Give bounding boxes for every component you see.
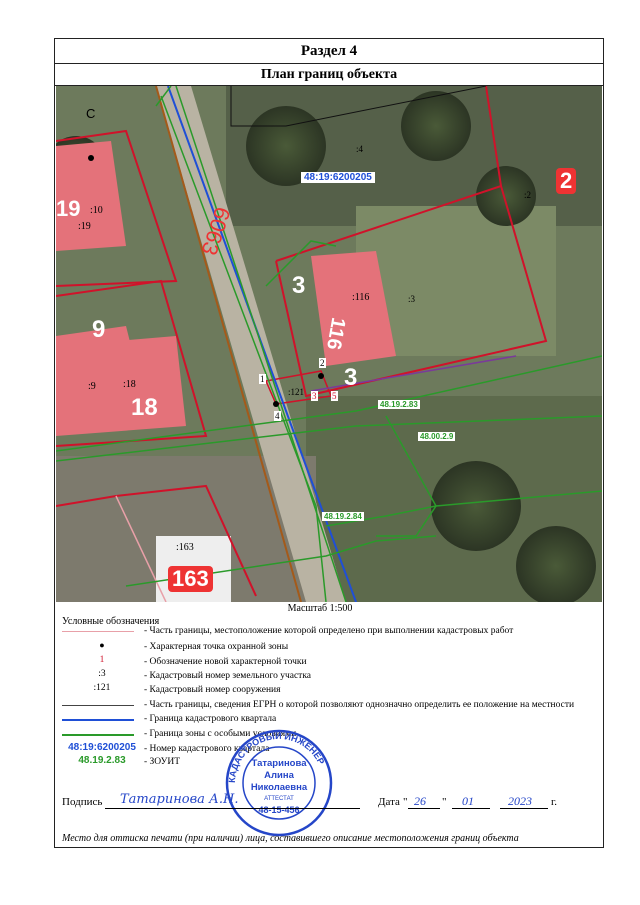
legend-item: ● - Характерная точка охранной зоны xyxy=(99,640,289,652)
house-number: 3 xyxy=(292,272,306,299)
zone-label: 48.19.2.84 xyxy=(322,512,364,521)
legend-line-black xyxy=(62,705,134,706)
cadastral-map: С 48:19:6200205 6063 :19 :10 :9 :18 :116… xyxy=(56,86,602,602)
parcel-label: :3 xyxy=(408,294,416,304)
parcel-label: :9 xyxy=(88,381,96,392)
signature-handwriting: Татаринова А.Н. xyxy=(120,792,239,807)
date-year: 2023 xyxy=(508,794,532,808)
quarter-label: 48:19:6200205 xyxy=(301,172,375,183)
legend-item: :121 - Кадастровый номер сооружения xyxy=(93,683,281,695)
stamp-name: Татаринова Алина Николаевна xyxy=(250,758,308,793)
parcel-label: :19 xyxy=(78,221,91,232)
house-number: 18 xyxy=(131,394,158,421)
house-number: 19 xyxy=(56,196,81,221)
house-18 xyxy=(56,336,186,436)
legend-line-pink xyxy=(62,631,134,632)
signature-label: Подпись xyxy=(62,796,103,808)
point-label: 2 xyxy=(319,358,326,368)
legend-line-green xyxy=(62,734,134,736)
point-label: 5 xyxy=(331,391,338,401)
parcel-label: :18 xyxy=(123,379,136,390)
signature-line xyxy=(105,808,360,809)
stamp-place-note: Место для оттиска печати (при наличии) л… xyxy=(62,833,519,844)
stamp-number: 48-15-456 xyxy=(258,805,300,815)
stamp-attestat: АТТЕСТАТ xyxy=(264,796,294,802)
house-number: 9 xyxy=(92,316,106,343)
map-scale: Масштаб 1:500 xyxy=(287,603,353,614)
parcel-label: :116 xyxy=(352,292,370,303)
date-day: 26 xyxy=(414,794,426,808)
date-label: Дата xyxy=(378,796,400,808)
house-number: 2 xyxy=(556,168,577,194)
parcel-label: :121 xyxy=(288,387,305,397)
legend-item: 1 - Обозначение новой характерной точки xyxy=(99,655,307,667)
date-month: 01 xyxy=(462,794,474,808)
engineer-stamp: КАДАСТРОВЫЙ ИНЖЕНЕР Татаринова Алина Ник… xyxy=(224,728,334,843)
parcel-label: :4 xyxy=(356,144,364,154)
legend-item: - Граница кадастрового квартала xyxy=(62,712,602,726)
legend-item: - Часть границы, местоположение которой … xyxy=(62,624,602,638)
protection-point xyxy=(88,155,94,161)
zone-label: 48.19.2.83 xyxy=(378,400,420,409)
section-title: Раздел 4 xyxy=(54,38,604,64)
parcel-label: :10 xyxy=(90,205,103,216)
parcel-label: :2 xyxy=(524,190,532,200)
point-label: 4 xyxy=(274,411,281,421)
house-number: 163 xyxy=(168,566,213,592)
zone-label: 48.00.2.9 xyxy=(418,432,456,441)
north-label: С xyxy=(86,106,96,121)
legend-item: :3 - Кадастровый номер земельного участк… xyxy=(98,669,312,681)
plan-title: План границ объекта xyxy=(54,64,604,86)
parcel-label: :163 xyxy=(176,542,194,553)
house-number: 3 xyxy=(344,364,358,391)
point-label: 1 xyxy=(259,374,266,384)
year-suffix: г. xyxy=(551,796,558,808)
point-label: 3 xyxy=(311,391,318,401)
legend-line-blue xyxy=(62,719,134,721)
legend-item: - Часть границы, сведения ЕГРН о которой… xyxy=(62,698,602,712)
